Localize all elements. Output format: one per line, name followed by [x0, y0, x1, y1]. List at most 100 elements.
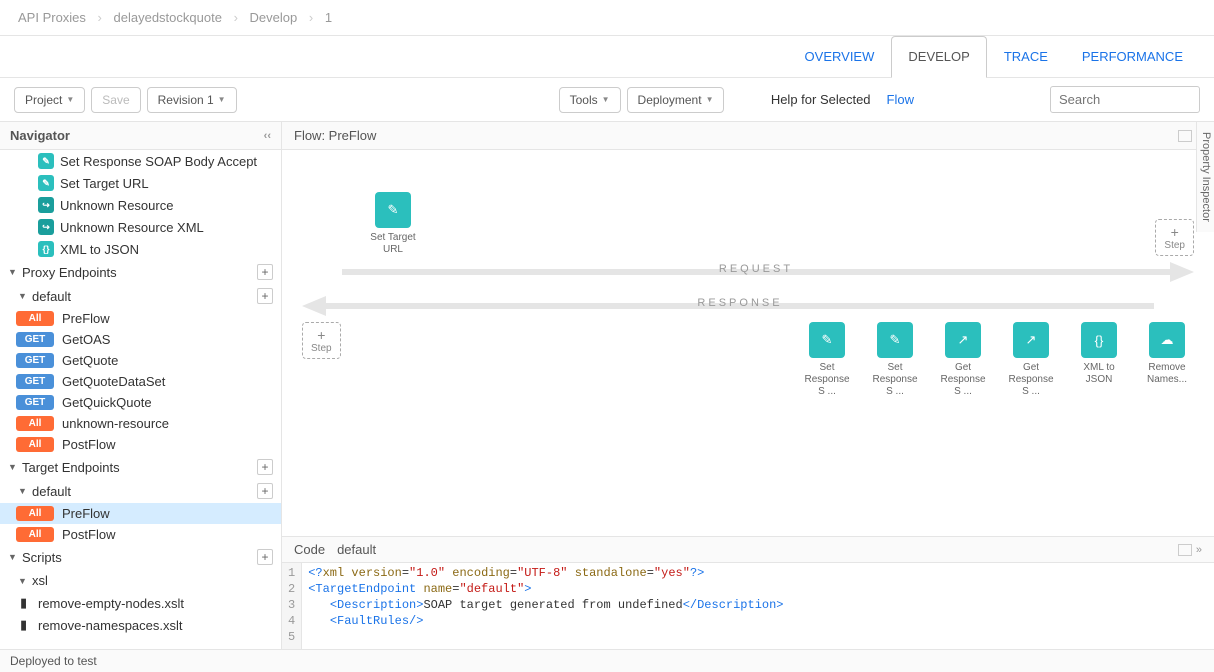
nav-item[interactable]: ↪Unknown Resource	[0, 194, 281, 216]
add-button[interactable]: +	[257, 288, 273, 304]
method-badge: All	[16, 437, 54, 452]
flow-item[interactable]: GETGetQuote	[0, 350, 281, 371]
request-flow-line: REQUEST	[342, 269, 1170, 275]
tab-overview[interactable]: OVERVIEW	[788, 36, 892, 77]
policy-icon: ↪	[38, 219, 54, 235]
flow-item[interactable]: GETGetQuoteDataSet	[0, 371, 281, 392]
flow-step[interactable]: ☁Remove Names...	[1140, 322, 1194, 398]
script-file[interactable]: ▮remove-namespaces.xslt	[0, 614, 281, 636]
chevron-right-icon: ›	[234, 10, 238, 25]
revision-button[interactable]: Revision 1▼	[147, 87, 237, 113]
step-label: XML to JSON	[1074, 362, 1124, 386]
flow-item-label: unknown-resource	[62, 416, 169, 431]
add-step-button[interactable]: + Step	[1155, 219, 1194, 256]
arrow-left-icon	[302, 296, 326, 316]
breadcrumb-item[interactable]: Develop	[250, 10, 298, 25]
flow-step[interactable]: ✎Set Target URL	[366, 192, 420, 256]
flow-item[interactable]: All PreFlow	[0, 503, 281, 524]
flow-step[interactable]: ↗Get Response S ...	[936, 322, 990, 398]
section-proxy-endpoints[interactable]: ▼ Proxy Endpoints +	[0, 260, 281, 284]
flow-item-label: PostFlow	[62, 437, 115, 452]
collapse-icon[interactable]: ‹‹	[264, 130, 271, 142]
nav-item-label: Set Target URL	[60, 176, 149, 191]
nav-item[interactable]: ✎ Set Target URL	[0, 172, 281, 194]
section-target-endpoints[interactable]: ▼ Target Endpoints +	[0, 455, 281, 479]
caret-down-icon: ▼	[18, 576, 28, 586]
deployment-button[interactable]: Deployment▼	[627, 87, 725, 113]
method-badge: GET	[16, 374, 54, 389]
breadcrumb-item[interactable]: API Proxies	[18, 10, 86, 25]
flow-item-label: PreFlow	[62, 506, 110, 521]
method-badge: All	[16, 506, 54, 521]
step-label: Get Response S ...	[1006, 362, 1056, 398]
caret-down-icon: ▼	[8, 267, 18, 277]
section-scripts[interactable]: ▼ Scripts +	[0, 545, 281, 569]
flow-step[interactable]: ↗ Get Response S ...	[1004, 322, 1058, 398]
status-bar: Deployed to test	[0, 649, 1214, 672]
step-icon: ↗	[1013, 322, 1049, 358]
file-label: remove-namespaces.xslt	[38, 618, 183, 633]
step-label: Set Response S ...	[870, 362, 920, 398]
caret-down-icon: ▼	[18, 486, 28, 496]
main: Navigator ‹‹ ✎Set Response SOAP Body Acc…	[0, 122, 1214, 649]
step-icon: ☁	[1149, 322, 1185, 358]
step-icon: ✎	[375, 192, 411, 228]
code-editor[interactable]: 12345 <?xml version="1.0" encoding="UTF-…	[282, 563, 1214, 649]
flow-step[interactable]: ✎ Set Response S ...	[868, 322, 922, 398]
policy-icon: ✎	[38, 175, 54, 191]
method-badge: GET	[16, 353, 54, 368]
breadcrumb-item[interactable]: 1	[325, 10, 332, 25]
chevron-icon[interactable]: »	[1196, 544, 1202, 556]
proxy-default[interactable]: ▼ default +	[0, 284, 281, 308]
policy-icon: ↪	[38, 197, 54, 213]
chevron-right-icon: ›	[98, 10, 102, 25]
add-button[interactable]: +	[257, 483, 273, 499]
file-label: remove-empty-nodes.xslt	[38, 596, 184, 611]
view-toggle-icon[interactable]	[1178, 544, 1192, 556]
tab-develop[interactable]: DEVELOP	[891, 36, 986, 78]
add-button[interactable]: +	[257, 459, 273, 475]
flow-item[interactable]: AllPreFlow	[0, 308, 281, 329]
search-input[interactable]	[1050, 86, 1200, 113]
tab-trace[interactable]: TRACE	[987, 36, 1065, 77]
step-label: Set Response S ...	[802, 362, 852, 398]
project-button[interactable]: Project▼	[14, 87, 85, 113]
flow-item[interactable]: GETGetOAS	[0, 329, 281, 350]
flow-canvas: ✎Set Target URL + Step REQUEST RESPONSE	[282, 150, 1214, 536]
flow-item-label: GetOAS	[62, 332, 110, 347]
step-label: Get Response S ...	[938, 362, 988, 398]
nav-item[interactable]: ✎Set Response SOAP Body Accept	[0, 150, 281, 172]
step-icon: ✎	[877, 322, 913, 358]
nav-item[interactable]: ↪ Unknown Resource XML	[0, 216, 281, 238]
method-badge: All	[16, 311, 54, 326]
add-button[interactable]: +	[257, 549, 273, 565]
flow-item[interactable]: GETGetQuickQuote	[0, 392, 281, 413]
flow-item[interactable]: All PostFlow	[0, 434, 281, 455]
caret-down-icon: ▼	[218, 95, 226, 104]
nav-item-label: Unknown Resource XML	[60, 220, 204, 235]
right-pane: Flow: PreFlow » Property Inspector ✎Set …	[282, 122, 1214, 649]
scripts-xsl[interactable]: ▼ xsl	[0, 569, 281, 592]
flow-link[interactable]: Flow	[887, 92, 914, 107]
save-button[interactable]: Save	[91, 87, 140, 113]
tab-performance[interactable]: PERFORMANCE	[1065, 36, 1200, 77]
add-button[interactable]: +	[257, 264, 273, 280]
response-flow-line: RESPONSE	[326, 303, 1154, 309]
tools-button[interactable]: Tools▼	[559, 87, 621, 113]
flow-header: Flow: PreFlow »	[282, 122, 1214, 150]
caret-down-icon: ▼	[706, 95, 714, 104]
nav-item[interactable]: {}XML to JSON	[0, 238, 281, 260]
nav-item-label: Set Response SOAP Body Accept	[60, 154, 257, 169]
target-default[interactable]: ▼ default +	[0, 479, 281, 503]
breadcrumb-item[interactable]: delayedstockquote	[114, 10, 222, 25]
flow-item[interactable]: Allunknown-resource	[0, 413, 281, 434]
flow-step[interactable]: ✎Set Response S ...	[800, 322, 854, 398]
view-toggle-icon[interactable]	[1178, 130, 1192, 142]
flow-item[interactable]: AllPostFlow	[0, 524, 281, 545]
flow-step[interactable]: {}XML to JSON	[1072, 322, 1126, 398]
tabs-bar: OVERVIEW DEVELOP TRACE PERFORMANCE	[0, 36, 1214, 78]
add-step-button[interactable]: + Step	[302, 322, 341, 359]
caret-down-icon: ▼	[66, 95, 74, 104]
script-file[interactable]: ▮remove-empty-nodes.xslt	[0, 592, 281, 614]
method-badge: All	[16, 527, 54, 542]
